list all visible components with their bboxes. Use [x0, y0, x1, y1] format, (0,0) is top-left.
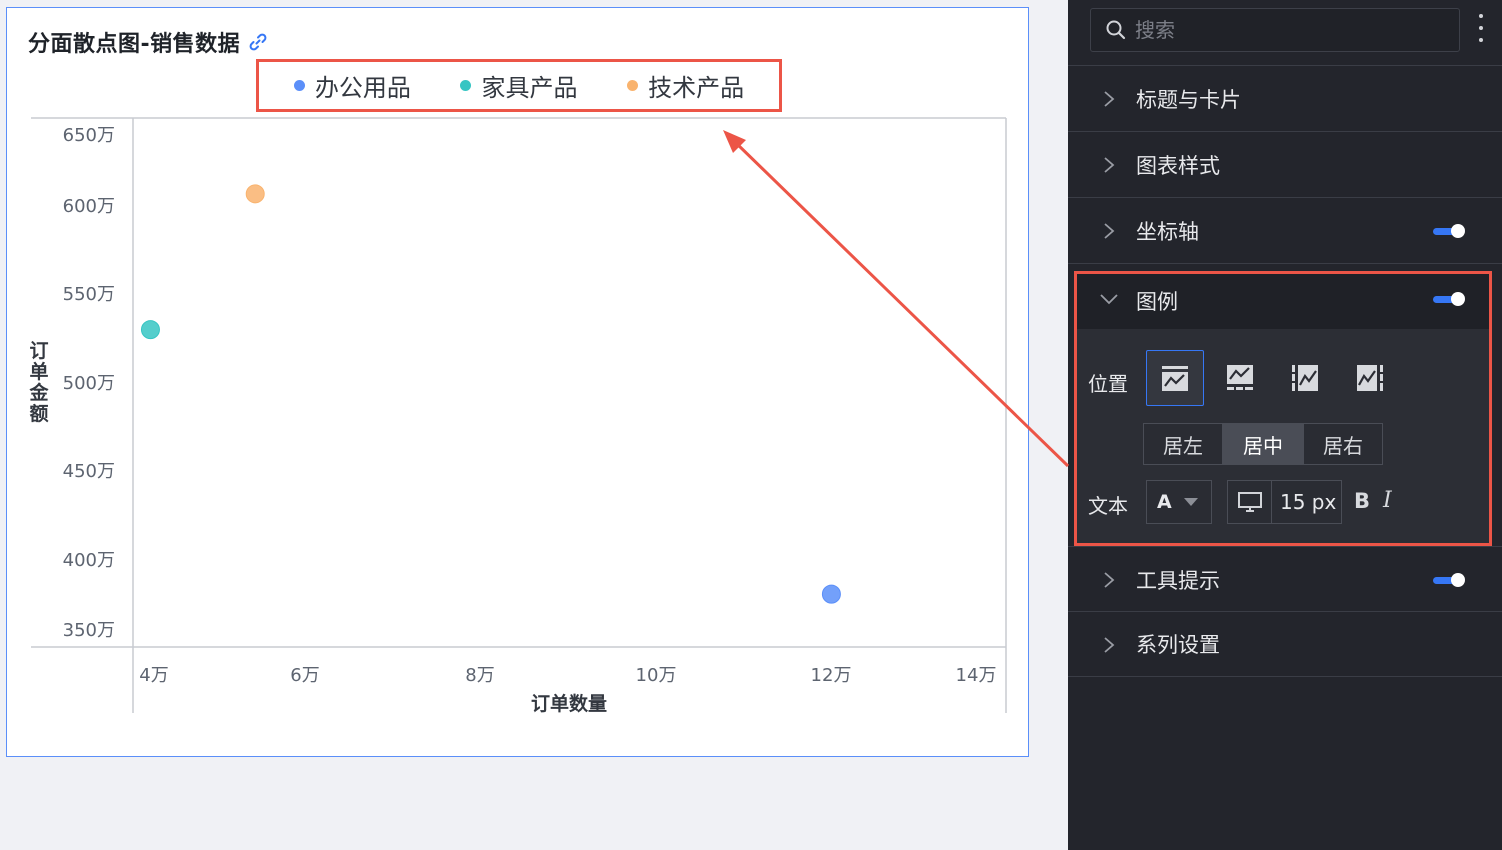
section-series-settings[interactable]: 系列设置	[1068, 611, 1502, 677]
legend-bottom-icon	[1227, 365, 1253, 390]
section-label: 图例	[1136, 290, 1178, 314]
bold-button[interactable]: B	[1354, 489, 1370, 513]
scatter-point[interactable]	[245, 184, 265, 204]
y-tick-label: 450万	[63, 461, 115, 482]
search-input[interactable]	[1135, 18, 1425, 42]
scatter-plot: 650万 600万 550万 500万 450万 400万 350万 4万 6万 8万 10万 12…	[28, 117, 1007, 715]
tooltip-toggle[interactable]	[1433, 573, 1467, 587]
y-tick-label: 650万	[63, 125, 115, 146]
y-tick-label: 600万	[63, 196, 115, 217]
y-axis-title-char: 单	[29, 360, 48, 383]
y-tick-label: 350万	[63, 620, 115, 641]
y-axis-title-char: 额	[29, 402, 48, 425]
italic-button[interactable]: I	[1383, 488, 1392, 513]
scatter-point[interactable]	[140, 320, 160, 340]
section-title-card[interactable]: 标题与卡片	[1068, 65, 1502, 131]
legend-toggle[interactable]	[1433, 292, 1467, 306]
align-center-button[interactable]: 居中	[1223, 423, 1303, 465]
align-left-button[interactable]: 居左	[1143, 423, 1223, 465]
font-color-glyph: A	[1157, 491, 1172, 513]
chevron-right-icon	[1104, 91, 1115, 107]
x-tick-label: 14万	[956, 665, 997, 686]
y-axis-title-char: 金	[28, 381, 49, 404]
axis-toggle[interactable]	[1433, 224, 1467, 238]
font-size-control[interactable]: 15 px	[1227, 480, 1342, 524]
x-tick-label: 6万	[290, 665, 319, 686]
chevron-right-icon	[1104, 157, 1115, 173]
chevron-down-icon	[1100, 294, 1118, 305]
legend-position-bottom-button[interactable]	[1211, 350, 1269, 406]
section-axis[interactable]: 坐标轴	[1068, 197, 1502, 263]
section-tooltip[interactable]: 工具提示	[1068, 546, 1502, 612]
x-tick-label: 10万	[636, 665, 677, 686]
section-label: 工具提示	[1136, 568, 1220, 593]
font-color-picker[interactable]: A	[1146, 480, 1212, 524]
chevron-right-icon	[1104, 223, 1115, 239]
plot-frame	[31, 117, 1007, 713]
y-tick-label: 550万	[63, 284, 115, 305]
position-label: 位置	[1088, 372, 1128, 396]
data-points	[140, 184, 841, 604]
align-right-button[interactable]: 居右	[1303, 423, 1383, 465]
legend-position-top-button[interactable]	[1146, 350, 1204, 406]
y-tick-label: 400万	[63, 550, 115, 571]
legend-top-icon	[1162, 366, 1188, 391]
scatter-point[interactable]	[821, 584, 841, 604]
y-axis-title-char: 订	[29, 340, 48, 362]
x-tick-label: 12万	[811, 665, 852, 686]
search-box[interactable]	[1090, 8, 1460, 52]
section-divider	[1068, 263, 1502, 271]
x-tick-label: 4万	[139, 665, 168, 686]
chevron-right-icon	[1104, 637, 1115, 653]
font-size-value: 15 px	[1280, 490, 1337, 514]
monitor-icon	[1228, 481, 1272, 523]
text-label: 文本	[1088, 494, 1128, 518]
y-tick-label: 500万	[63, 373, 115, 394]
y-axis-title: 订单金额	[28, 340, 49, 425]
settings-panel: 标题与卡片 图表样式 坐标轴 图例 位置	[1068, 0, 1502, 850]
legend-position-left-button[interactable]	[1276, 350, 1334, 406]
section-legend: 图例 位置 居左 居中 居右 文本 A 15 px B I	[1074, 271, 1492, 546]
legend-right-icon	[1357, 365, 1383, 391]
x-axis: 4万 6万 8万 10万 12万 14万	[139, 665, 996, 686]
x-axis-title: 订单数量	[531, 692, 607, 715]
x-tick-label: 8万	[465, 665, 494, 686]
legend-settings-body: 位置 居左 居中 居右 文本 A 15 px B I	[1077, 329, 1489, 543]
section-label: 坐标轴	[1136, 219, 1199, 244]
legend-position-right-button[interactable]	[1341, 350, 1399, 406]
search-icon	[1106, 20, 1126, 40]
section-label: 标题与卡片	[1136, 87, 1241, 112]
section-label: 系列设置	[1136, 633, 1220, 657]
caret-down-icon	[1183, 498, 1198, 506]
more-icon[interactable]	[1472, 10, 1490, 46]
chart-card: 分面散点图-销售数据 办公用品 家具产品 技术产品 650万 600万 550万…	[6, 7, 1029, 757]
legend-left-icon	[1292, 365, 1318, 391]
chevron-right-icon	[1104, 572, 1115, 588]
section-label: 图表样式	[1136, 153, 1220, 178]
y-axis: 650万 600万 550万 500万 450万 400万 350万	[63, 125, 115, 641]
section-chart-style[interactable]: 图表样式	[1068, 131, 1502, 197]
legend-section-header[interactable]: 图例	[1077, 274, 1489, 329]
